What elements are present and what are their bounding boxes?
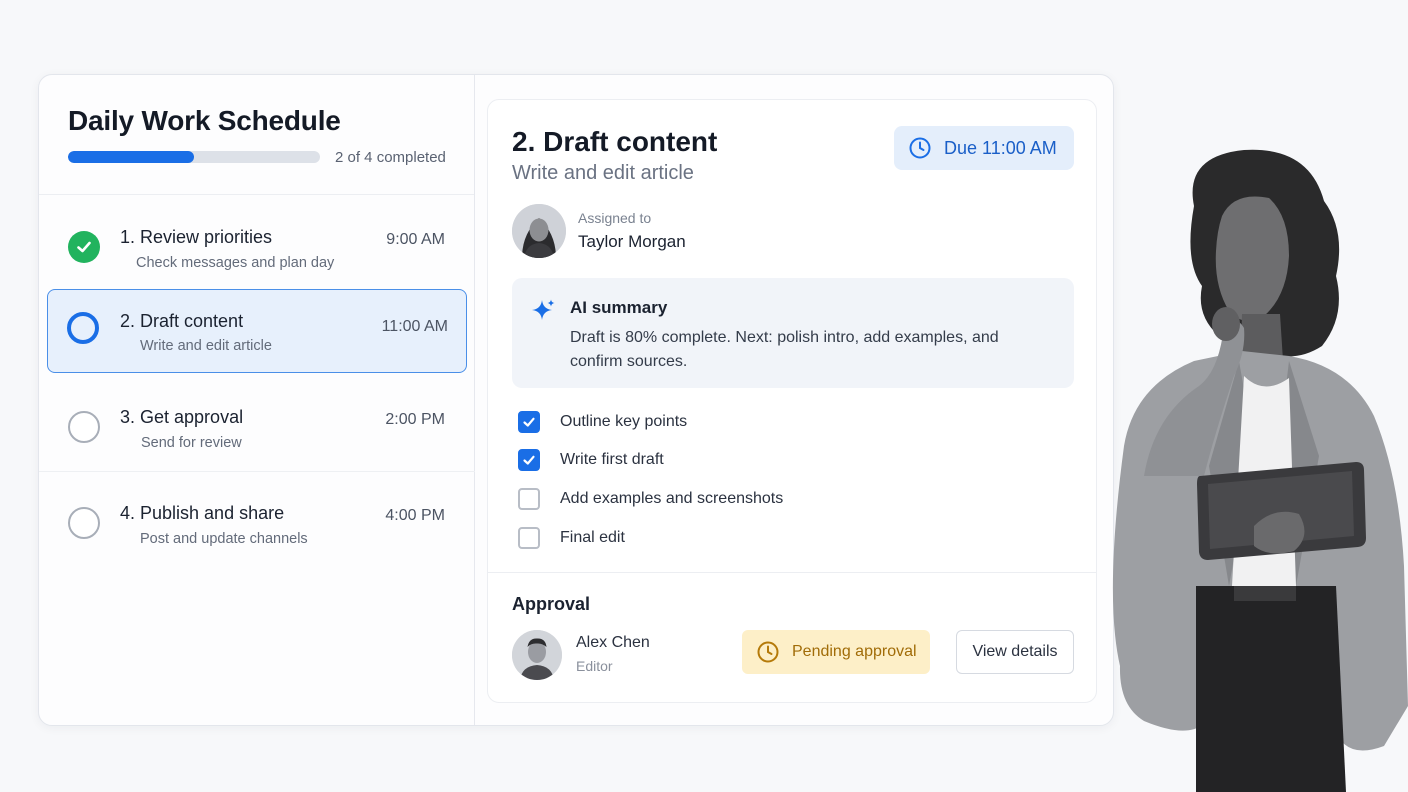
approver-role: Editor: [576, 658, 613, 674]
detail-subtitle: Write and edit article: [512, 162, 694, 184]
task-detail-panel: 2. Draft content Write and edit article …: [487, 99, 1097, 703]
approval-title: Approval: [512, 594, 591, 614]
checkbox[interactable]: [518, 488, 540, 510]
schedule-card: Daily Work Schedule 2 of 4 completed 1. …: [38, 74, 1114, 726]
checklist-label: Outline key points: [560, 413, 688, 430]
task-title: 2. Draft content: [120, 311, 244, 331]
task-status-circle[interactable]: [67, 312, 99, 344]
task-item-draft-content[interactable]: 2. Draft content Write and edit article …: [47, 289, 467, 373]
page-title: Daily Work Schedule: [68, 105, 341, 136]
ai-summary-title: AI summary: [570, 298, 668, 317]
task-item-get-approval[interactable]: 3. Get approval Send for review 2:00 PM: [47, 385, 467, 469]
task-subtitle: Check messages and plan day: [136, 255, 335, 271]
task-status-circle[interactable]: [68, 507, 100, 539]
checklist-label: Final edit: [560, 529, 625, 546]
assigned-label: Assigned to: [578, 210, 652, 226]
check-circle-icon[interactable]: [68, 231, 100, 263]
avatar: [512, 204, 566, 258]
task-time: 2:00 PM: [385, 411, 445, 428]
progress-label: 2 of 4 completed: [335, 149, 446, 166]
checkbox[interactable]: [518, 449, 540, 471]
approver-name: Alex Chen: [576, 634, 650, 651]
view-details-button[interactable]: View details: [956, 630, 1074, 674]
task-item-publish-and-share[interactable]: 4. Publish and share Post and update cha…: [47, 481, 467, 565]
ai-summary-box: AI summary Draft is 80% complete. Next: …: [512, 278, 1074, 388]
task-subtitle: Send for review: [141, 435, 242, 451]
clock-icon: [757, 641, 779, 663]
checklist-item[interactable]: Final edit: [518, 526, 625, 550]
task-title: 1. Review priorities: [120, 227, 273, 247]
avatar: [512, 630, 562, 680]
task-title: 4. Publish and share: [120, 503, 285, 523]
divider: [488, 572, 1096, 573]
due-time: Due 11:00 AM: [944, 137, 1057, 158]
schedule-header: Daily Work Schedule 2 of 4 completed: [39, 75, 474, 195]
task-subtitle: Post and update channels: [140, 531, 308, 547]
pending-status: Pending approval: [792, 643, 917, 660]
detail-title: 2. Draft content: [512, 126, 718, 157]
checklist-label: Write first draft: [560, 451, 664, 468]
assignee-name: Taylor Morgan: [578, 232, 686, 251]
checklist-item[interactable]: Outline key points: [518, 410, 687, 434]
task-time: 11:00 AM: [381, 318, 448, 335]
checklist-item[interactable]: Add examples and screenshots: [518, 487, 783, 511]
divider: [39, 471, 475, 472]
task-time: 4:00 PM: [385, 507, 445, 524]
checkbox[interactable]: [518, 527, 540, 549]
progress-fill: [68, 151, 194, 163]
checkbox[interactable]: [518, 411, 540, 433]
pending-approval-badge: Pending approval: [742, 630, 930, 674]
task-status-circle[interactable]: [68, 411, 100, 443]
person-illustration: [1112, 149, 1408, 792]
task-time: 9:00 AM: [386, 231, 445, 248]
progress-bar: [68, 151, 320, 163]
task-subtitle: Write and edit article: [140, 338, 272, 354]
ai-summary-text: Draft is 80% complete. Next: polish intr…: [570, 329, 999, 370]
due-badge: Due 11:00 AM: [894, 126, 1074, 170]
checklist-label: Add examples and screenshots: [560, 490, 784, 507]
task-title: 3. Get approval: [120, 407, 244, 427]
clock-icon: [909, 137, 931, 159]
schedule-sidebar: Daily Work Schedule 2 of 4 completed 1. …: [39, 75, 475, 725]
sparkle-icon: [532, 299, 555, 320]
task-item-review-priorities[interactable]: 1. Review priorities Check messages and …: [47, 205, 467, 289]
checklist-item[interactable]: Write first draft: [518, 448, 664, 472]
